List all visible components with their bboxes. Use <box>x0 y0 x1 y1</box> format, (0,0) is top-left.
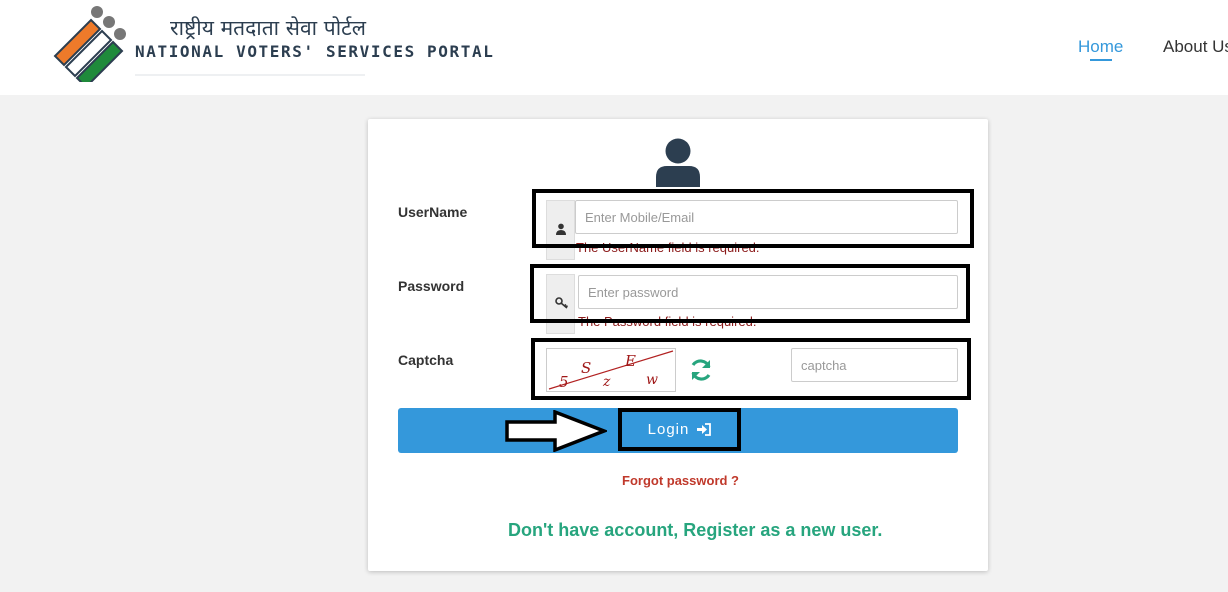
brand-title-english: NATIONAL VOTERS' SERVICES PORTAL <box>135 42 495 61</box>
captcha-highlight-box <box>531 338 971 400</box>
password-highlight-box <box>530 264 970 323</box>
brand-divider <box>135 74 365 76</box>
user-avatar-icon <box>656 138 700 187</box>
eci-logo-icon <box>53 6 126 82</box>
register-link[interactable]: Don't have account, Register as a new us… <box>508 520 882 541</box>
captcha-label: Captcha <box>398 352 454 368</box>
arrow-right-icon <box>505 410 607 452</box>
login-button-label: Login <box>647 421 690 438</box>
username-label: UserName <box>398 204 468 220</box>
forgot-password-link[interactable]: Forgot password ? <box>622 473 739 488</box>
sign-in-icon <box>697 423 712 436</box>
password-label: Password <box>398 278 465 294</box>
nav-home-link[interactable]: Home <box>1078 37 1123 57</box>
site-header: राष्ट्रीय मतदाता सेवा पोर्टल NATIONAL VO… <box>0 0 1228 95</box>
nav-home-active-indicator <box>1090 59 1112 61</box>
brand-title-hindi: राष्ट्रीय मतदाता सेवा पोर्टल <box>170 16 366 40</box>
login-button[interactable]: Login <box>618 408 741 451</box>
nav-about-link[interactable]: About Us <box>1163 37 1228 57</box>
username-highlight-box <box>532 189 974 248</box>
